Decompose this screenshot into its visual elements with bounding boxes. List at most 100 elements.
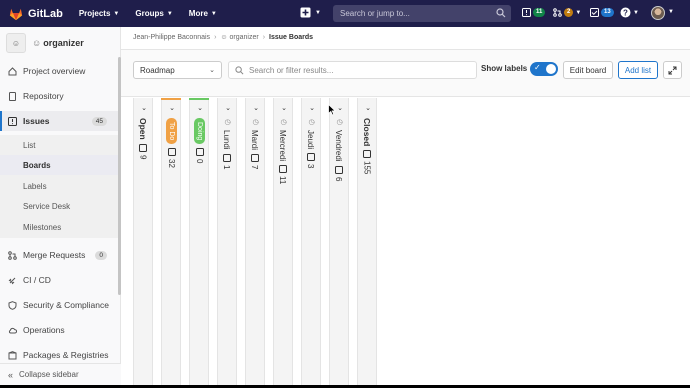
chevron-down-icon[interactable]: ⌄ bbox=[190, 104, 210, 112]
nav-groups[interactable]: Groups ▼ bbox=[135, 9, 172, 18]
issues-icon bbox=[334, 165, 343, 174]
shield-icon bbox=[8, 300, 17, 310]
subitem-label: Boards bbox=[23, 160, 51, 170]
mouse-cursor-icon bbox=[328, 104, 336, 116]
list-count: 32 bbox=[167, 159, 176, 169]
maximize-icon bbox=[668, 66, 677, 74]
sidebar-subitem-service-desk[interactable]: Service Desk bbox=[0, 196, 121, 216]
help-dropdown[interactable]: ? ▼ bbox=[620, 7, 639, 18]
board-list-mercredi[interactable]: ⌄ ◷ Mercredi 11 bbox=[273, 98, 293, 385]
board-list-jeudi[interactable]: ⌄ ◷ Jeudi 3 bbox=[301, 98, 321, 385]
chevron-down-icon: ▼ bbox=[113, 10, 120, 17]
chevron-down-icon[interactable]: ⌄ bbox=[246, 104, 266, 112]
chevron-down-icon[interactable]: ⌄ bbox=[134, 104, 154, 112]
sidebar-item-merge-requests[interactable]: Merge Requests 0 bbox=[0, 245, 121, 265]
list-count: 9 bbox=[138, 154, 148, 160]
nav-projects-label: Projects bbox=[78, 9, 111, 18]
chevron-down-icon[interactable]: ⌄ bbox=[218, 104, 238, 112]
sidebar-item-project-overview[interactable]: Project overview bbox=[0, 61, 121, 81]
add-list-button[interactable]: Add list bbox=[618, 61, 658, 79]
list-title: Open bbox=[138, 118, 148, 140]
fullscreen-button[interactable] bbox=[663, 61, 682, 79]
sidebar-item-operations[interactable]: Operations bbox=[0, 320, 121, 340]
issues-icon bbox=[8, 116, 17, 126]
doc-icon bbox=[9, 91, 16, 101]
chevron-down-icon: ▼ bbox=[633, 9, 639, 16]
show-labels-toggle[interactable]: ✓ bbox=[530, 62, 558, 76]
sidebar-subitem-milestones[interactable]: Milestones bbox=[0, 217, 121, 237]
new-dropdown-button[interactable]: ▼ bbox=[300, 7, 321, 18]
sidebar-item-repository[interactable]: Repository bbox=[0, 86, 121, 106]
sidebar-item-label: CI / CD bbox=[23, 275, 51, 285]
main-content: Jean-Philippe Baconnais › ☺ organizer › … bbox=[121, 27, 690, 385]
board-list-closed[interactable]: ⌄ Closed 155 bbox=[357, 98, 377, 385]
board-list-mardi[interactable]: ⌄ ◷ Mardi 7 bbox=[245, 98, 265, 385]
board-list-vendredi[interactable]: ⌄ ◷ Vendredi 6 bbox=[329, 98, 349, 385]
show-labels-label: Show labels bbox=[481, 64, 528, 73]
board-switcher-dropdown[interactable]: Roadmap ⌄ bbox=[133, 61, 222, 79]
chevron-down-icon[interactable]: ⌄ bbox=[302, 104, 322, 112]
sidebar-subitem-list[interactable]: List bbox=[0, 135, 121, 155]
breadcrumb-owner-link[interactable]: Jean-Philippe Baconnais bbox=[133, 34, 210, 41]
project-header[interactable]: ☺ ☺ organizer bbox=[0, 29, 120, 57]
merge-requests-shortcut[interactable]: 2 ▼ bbox=[553, 8, 581, 17]
milestone-clock-icon: ◷ bbox=[307, 118, 315, 126]
breadcrumb-project-link[interactable]: ☺ organizer bbox=[220, 34, 258, 41]
board-list-open[interactable]: ⌄ Open 9 bbox=[133, 98, 153, 385]
project-emoji-icon: ☺ bbox=[220, 34, 228, 41]
board-list-lundi[interactable]: ⌄ ◷ Lundi 1 bbox=[217, 98, 237, 385]
list-title: Mardi bbox=[250, 130, 259, 151]
milestone-clock-icon: ◷ bbox=[335, 118, 343, 126]
breadcrumb-current[interactable]: Issue Boards bbox=[269, 34, 313, 41]
list-title: Lundi bbox=[222, 130, 231, 150]
issues-shortcut[interactable]: 11 bbox=[522, 8, 546, 17]
nav-projects[interactable]: Projects ▼ bbox=[79, 9, 120, 18]
user-avatar[interactable] bbox=[651, 6, 665, 20]
todo-check-icon bbox=[590, 8, 599, 17]
chevron-down-icon[interactable]: ⌄ bbox=[358, 104, 378, 112]
nav-groups-label: Groups bbox=[135, 9, 164, 18]
collapse-sidebar-button[interactable]: « Collapse sidebar bbox=[0, 363, 121, 385]
nav-more[interactable]: More ▼ bbox=[189, 9, 217, 18]
sidebar-subitem-labels[interactable]: Labels bbox=[0, 176, 121, 196]
filter-search-input[interactable]: Search or filter results... bbox=[228, 61, 477, 79]
sidebar-item-ci-cd[interactable]: CI / CD bbox=[0, 270, 121, 290]
issues-count-badge: 45 bbox=[91, 116, 107, 126]
chevron-down-icon[interactable]: ⌄ bbox=[274, 104, 294, 112]
sidebar-item-security[interactable]: Security & Compliance bbox=[0, 295, 121, 315]
issues-count-badge: 11 bbox=[533, 8, 546, 17]
list-count: 1 bbox=[222, 164, 231, 170]
board-list-todo[interactable]: ⌄ To Do 32 bbox=[161, 98, 181, 385]
gitlab-logo[interactable]: GitLab bbox=[9, 7, 63, 21]
gitlab-window: GitLab Projects ▼ Groups ▼ More ▼ ▼ Search … bbox=[0, 0, 690, 385]
milestone-clock-icon: ◷ bbox=[223, 118, 231, 126]
list-color-bar bbox=[161, 98, 181, 100]
sidebar-item-packages[interactable]: Packages & Registries bbox=[0, 345, 121, 365]
project-name: organizer bbox=[43, 38, 84, 48]
list-count: 11 bbox=[278, 176, 287, 185]
edit-board-button[interactable]: Edit board bbox=[563, 61, 613, 79]
issue-board: ⌄ Open 9 ⌄ To Do 32 ⌄ Doing 0 ⌄ ◷ Lundi … bbox=[133, 98, 690, 385]
project-avatar: ☺ bbox=[6, 33, 26, 53]
board-switcher-value: Roadmap bbox=[140, 65, 175, 75]
sidebar-item-issues[interactable]: Issues 45 bbox=[0, 111, 121, 131]
tanuki-icon bbox=[9, 8, 23, 20]
list-title: Closed bbox=[362, 118, 372, 147]
todos-shortcut[interactable]: 13 bbox=[590, 8, 614, 17]
sidebar-subitem-boards[interactable]: Boards bbox=[0, 155, 121, 175]
sidebar-item-label: Project overview bbox=[23, 66, 86, 76]
list-label-pill: Doing bbox=[194, 118, 205, 145]
double-chevron-left-icon: « bbox=[8, 369, 14, 380]
chevron-down-icon[interactable]: ⌄ bbox=[162, 104, 182, 112]
list-count: 155 bbox=[362, 161, 372, 175]
board-filter-bar: Roadmap ⌄ Search or filter results... Sh… bbox=[121, 49, 690, 97]
chevron-down-icon: ▼ bbox=[210, 10, 217, 17]
package-icon bbox=[8, 350, 17, 359]
add-list-label: Add list bbox=[624, 65, 652, 75]
chevron-down-icon: ▼ bbox=[166, 10, 173, 17]
subitem-label: Labels bbox=[23, 181, 47, 191]
search-input[interactable]: Search or jump to... bbox=[333, 5, 511, 22]
board-list-doing[interactable]: ⌄ Doing 0 bbox=[189, 98, 209, 385]
nav-more-label: More bbox=[188, 9, 208, 18]
filter-placeholder: Search or filter results... bbox=[249, 65, 334, 75]
